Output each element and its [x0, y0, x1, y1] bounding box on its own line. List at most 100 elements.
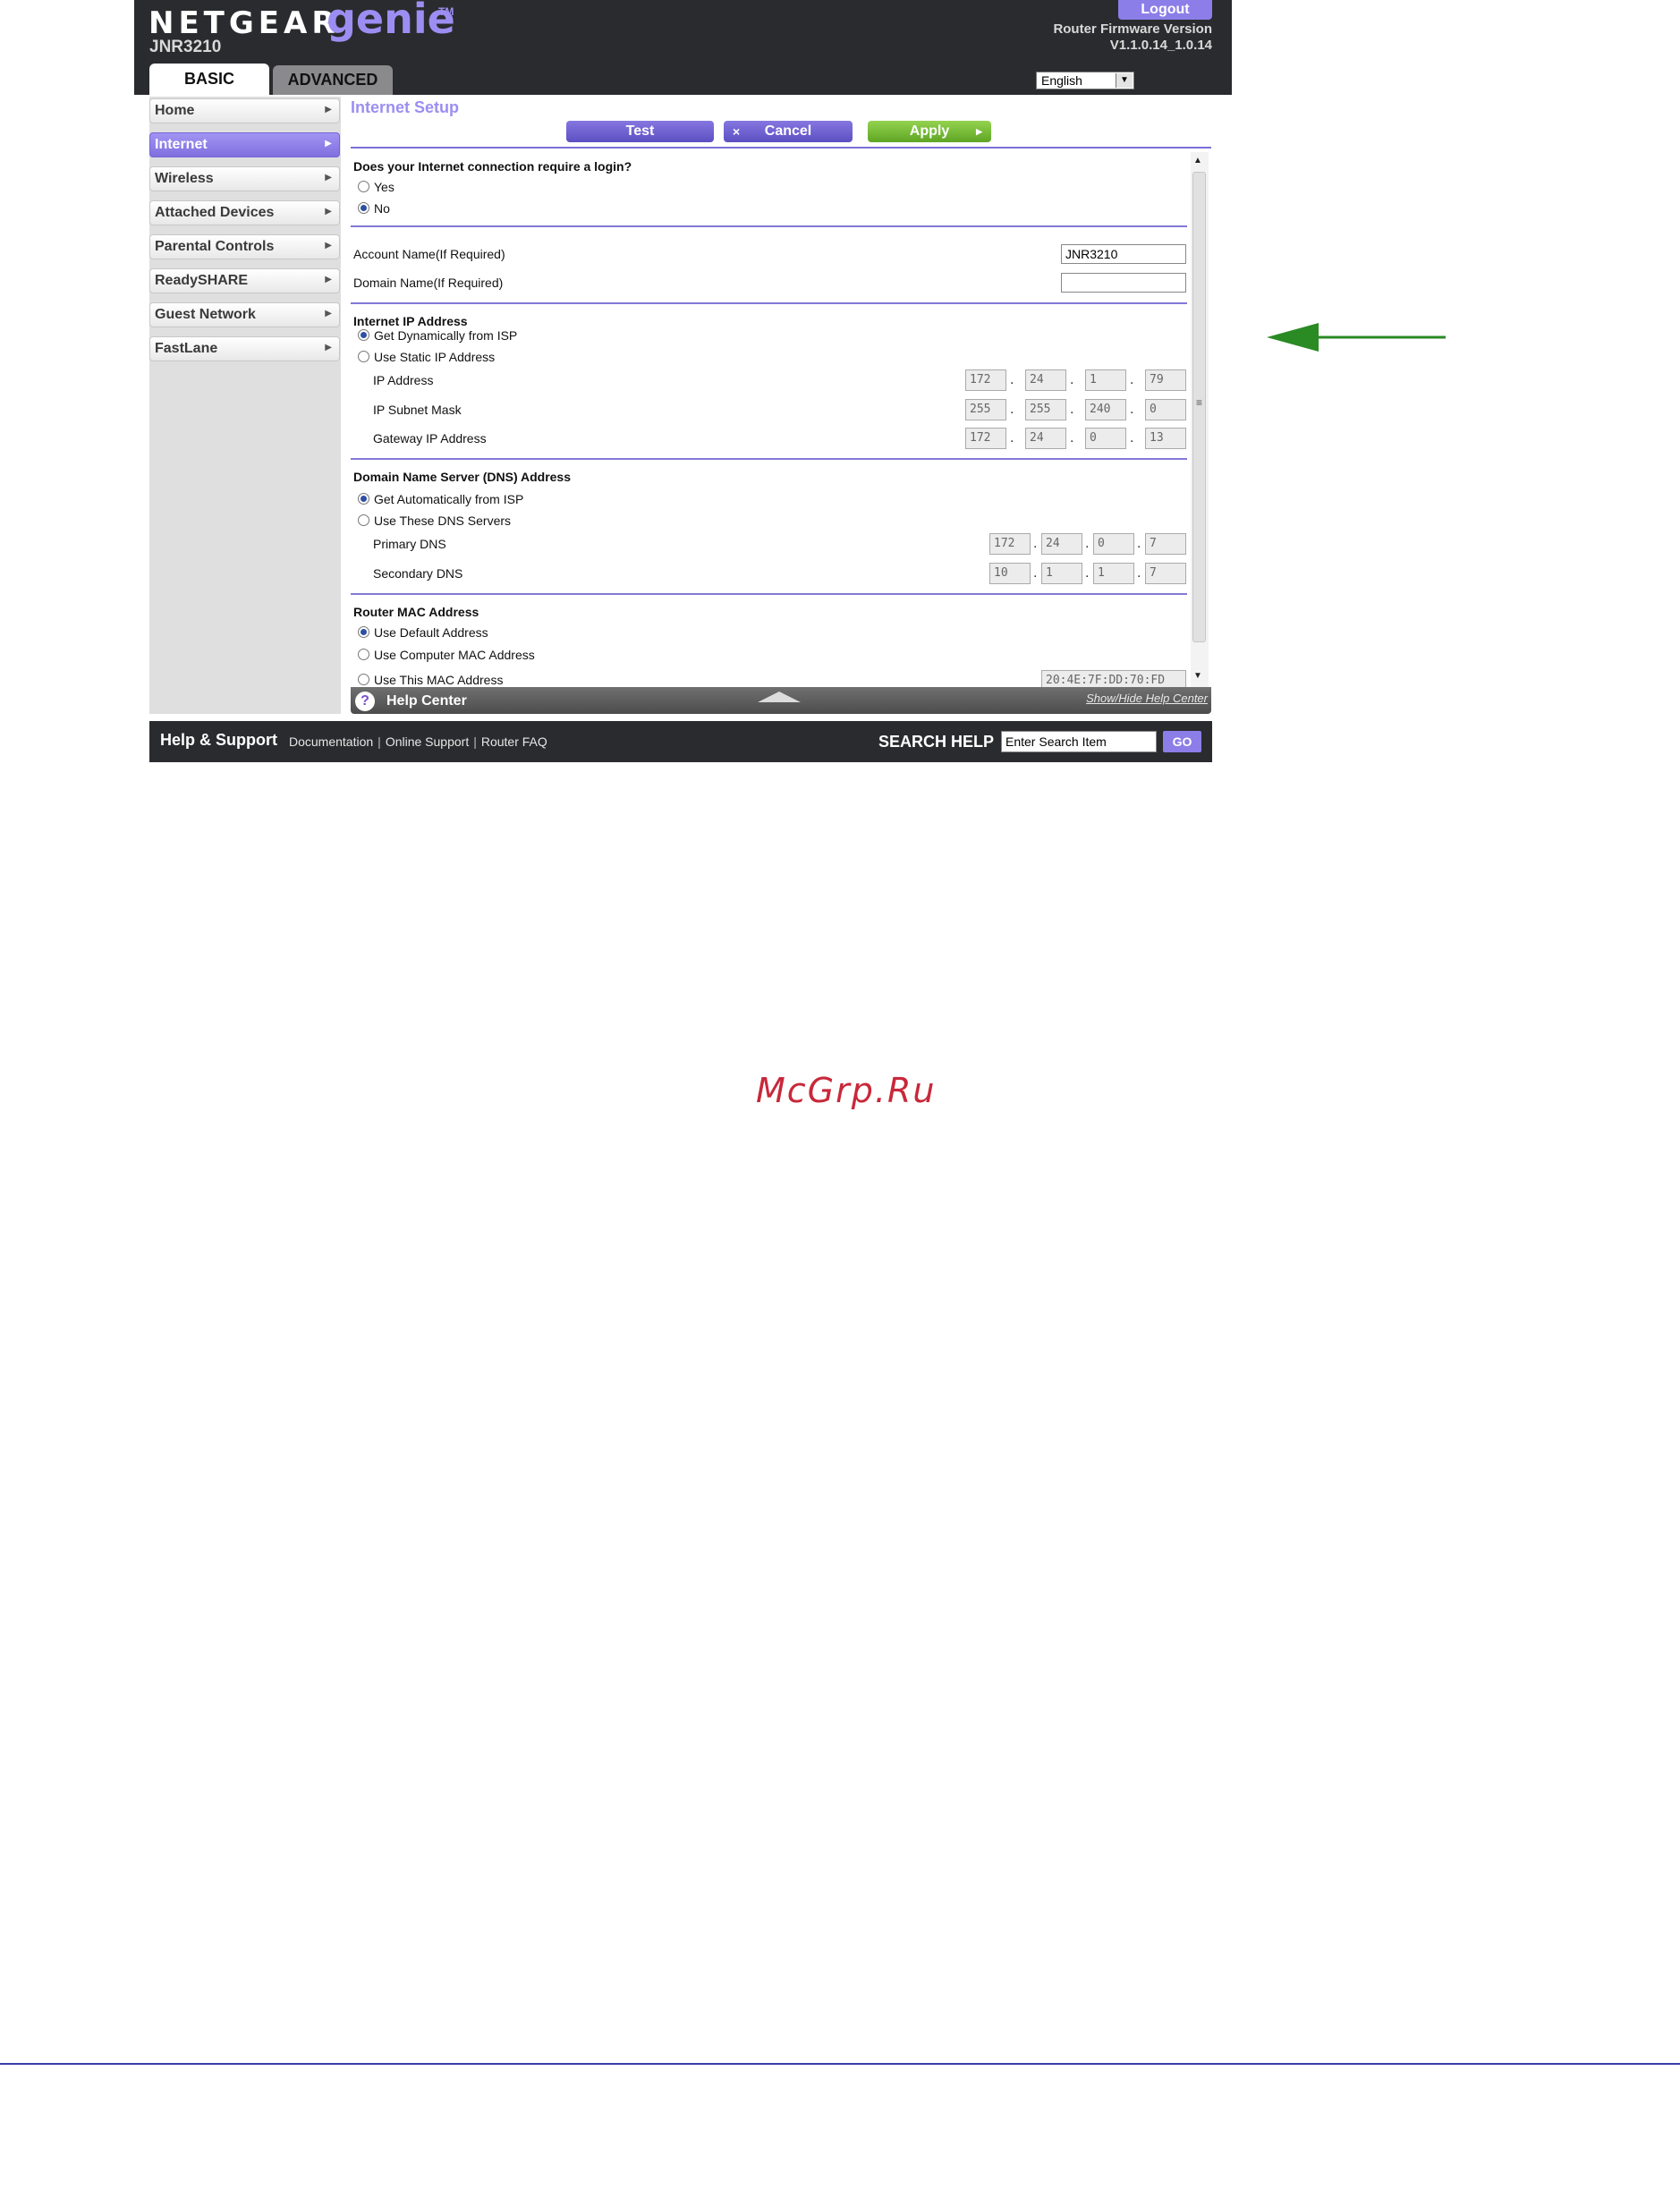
- search-help-label: SEARCH HELP: [878, 733, 995, 751]
- help-center-bar[interactable]: ? Help Center Show/Hide Help Center: [351, 687, 1211, 714]
- sidebar-item-label: Parental Controls: [155, 239, 275, 254]
- sidebar-item-fastlane[interactable]: FastLane ▶: [149, 336, 340, 361]
- cancel-button[interactable]: × Cancel: [724, 121, 853, 142]
- internet-ip-heading: Internet IP Address: [353, 314, 468, 328]
- chevron-right-icon: ▶: [325, 173, 332, 182]
- mac-heading: Router MAC Address: [353, 605, 479, 619]
- trademark-mark: TM: [438, 5, 454, 18]
- primary-dns-octet-4[interactable]: 7: [1145, 533, 1186, 555]
- ip-address-label: IP Address: [373, 373, 434, 387]
- apply-button-label: Apply: [909, 123, 950, 139]
- primary-dns-label: Primary DNS: [373, 537, 446, 551]
- scrollbar[interactable]: ▲ ≡ ▼: [1191, 152, 1209, 687]
- ip-static-label: Use Static IP Address: [374, 350, 496, 364]
- callout-arrow-icon: [1267, 323, 1446, 352]
- ip-address-octet-4[interactable]: 79: [1145, 369, 1186, 391]
- dns-auto-label: Get Automatically from ISP: [374, 492, 524, 506]
- product-logo: genie: [327, 0, 455, 43]
- chevron-right-icon: ▶: [325, 139, 332, 149]
- ip-address-octet-3[interactable]: 1: [1085, 369, 1126, 391]
- primary-dns-octet-1[interactable]: 172: [989, 533, 1031, 555]
- help-support-footer: Help & Support Documentation | Online Supp…: [149, 721, 1212, 762]
- ip-static-radio[interactable]: [358, 351, 369, 362]
- login-question: Does your Internet connection require a …: [353, 159, 632, 174]
- divider: [351, 302, 1187, 304]
- sidebar-item-attached-devices[interactable]: Attached Devices ▶: [149, 200, 340, 225]
- login-yes-radio[interactable]: [358, 181, 369, 192]
- account-name-input[interactable]: JNR3210: [1061, 244, 1186, 264]
- login-yes-label: Yes: [374, 180, 395, 194]
- secondary-dns-octet-3[interactable]: 1: [1093, 563, 1134, 584]
- scroll-up-icon[interactable]: ▲: [1193, 156, 1202, 166]
- gateway-octet-1[interactable]: 172: [965, 428, 1006, 449]
- chevron-right-icon: ▶: [325, 343, 332, 352]
- main-panel: Internet Setup Test × Cancel Apply ▶ Doe…: [351, 97, 1211, 714]
- octet-separator: .: [1070, 430, 1074, 446]
- subnet-mask-octet-4[interactable]: 0: [1145, 399, 1186, 420]
- ip-dynamic-radio[interactable]: [358, 329, 369, 341]
- mac-address-input[interactable]: 20:4E:7F:DD:70:FD: [1041, 670, 1186, 687]
- search-input[interactable]: [1001, 731, 1157, 752]
- subnet-mask-octet-2[interactable]: 255: [1025, 399, 1066, 420]
- firmware-version: V1.1.0.14_1.0.14: [1109, 38, 1212, 53]
- cancel-button-label: Cancel: [764, 123, 812, 139]
- gateway-octet-2[interactable]: 24: [1025, 428, 1066, 449]
- close-icon: ×: [733, 124, 741, 139]
- sidebar-item-parental-controls[interactable]: Parental Controls ▶: [149, 234, 340, 259]
- secondary-dns-octet-1[interactable]: 10: [989, 563, 1031, 584]
- chevron-down-icon[interactable]: ▼: [1116, 73, 1133, 88]
- mac-custom-label: Use This MAC Address: [374, 673, 504, 687]
- expand-up-icon[interactable]: [758, 692, 801, 702]
- link-separator: |: [378, 734, 381, 749]
- domain-name-input[interactable]: [1061, 273, 1186, 293]
- primary-dns-octet-3[interactable]: 0: [1093, 533, 1134, 555]
- model-name: JNR3210: [149, 38, 222, 56]
- sidebar-item-guest-network[interactable]: Guest Network ▶: [149, 302, 340, 327]
- secondary-dns-octet-2[interactable]: 1: [1041, 563, 1082, 584]
- online-support-link[interactable]: Online Support: [386, 734, 469, 749]
- octet-separator: .: [1085, 536, 1090, 551]
- mac-computer-radio[interactable]: [358, 649, 369, 660]
- apply-button[interactable]: Apply ▶: [868, 121, 991, 142]
- mac-custom-radio[interactable]: [358, 674, 369, 685]
- test-button[interactable]: Test: [566, 121, 714, 142]
- secondary-dns-label: Secondary DNS: [373, 566, 463, 581]
- octet-separator: .: [1010, 430, 1014, 446]
- subnet-mask-octet-3[interactable]: 240: [1085, 399, 1126, 420]
- language-select[interactable]: English ▼: [1036, 72, 1134, 89]
- subnet-mask-octet-1[interactable]: 255: [965, 399, 1006, 420]
- sidebar-item-readyshare[interactable]: ReadySHARE ▶: [149, 268, 340, 293]
- ip-address-octet-1[interactable]: 172: [965, 369, 1006, 391]
- secondary-dns-octet-4[interactable]: 7: [1145, 563, 1186, 584]
- tab-advanced[interactable]: ADVANCED: [273, 65, 393, 95]
- divider: [351, 593, 1187, 595]
- mac-default-label: Use Default Address: [374, 625, 488, 640]
- dns-manual-radio[interactable]: [358, 514, 369, 526]
- documentation-link[interactable]: Documentation: [289, 734, 373, 749]
- ip-address-octet-2[interactable]: 24: [1025, 369, 1066, 391]
- sidebar-item-home[interactable]: Home ▶: [149, 98, 340, 123]
- search-go-button[interactable]: GO: [1163, 731, 1201, 752]
- header-bar: NETGEAR genie TM JNR3210 BASIC ADVANCED …: [134, 0, 1232, 95]
- gateway-octet-3[interactable]: 0: [1085, 428, 1126, 449]
- gateway-octet-4[interactable]: 13: [1145, 428, 1186, 449]
- help-support-title: Help & Support: [160, 731, 277, 749]
- domain-name-label: Domain Name(If Required): [353, 276, 504, 290]
- sidebar-nav: Home ▶ Internet ▶ Wireless ▶ Attached De…: [149, 97, 341, 714]
- show-hide-help-link[interactable]: Show/Hide Help Center: [1086, 692, 1208, 705]
- scroll-thumb[interactable]: ≡: [1192, 172, 1206, 642]
- octet-separator: .: [1137, 536, 1141, 551]
- primary-dns-octet-2[interactable]: 24: [1041, 533, 1082, 555]
- mac-default-radio[interactable]: [358, 626, 369, 638]
- tab-basic[interactable]: BASIC: [149, 64, 269, 95]
- dns-heading: Domain Name Server (DNS) Address: [353, 470, 572, 484]
- arrow-head: [1267, 323, 1319, 352]
- octet-separator: .: [1070, 372, 1074, 387]
- logout-button[interactable]: Logout: [1118, 0, 1212, 20]
- router-faq-link[interactable]: Router FAQ: [481, 734, 547, 749]
- scroll-down-icon[interactable]: ▼: [1193, 671, 1202, 681]
- sidebar-item-wireless[interactable]: Wireless ▶: [149, 166, 340, 191]
- dns-auto-radio[interactable]: [358, 493, 369, 505]
- sidebar-item-internet[interactable]: Internet ▶: [149, 132, 340, 157]
- login-no-radio[interactable]: [358, 202, 369, 214]
